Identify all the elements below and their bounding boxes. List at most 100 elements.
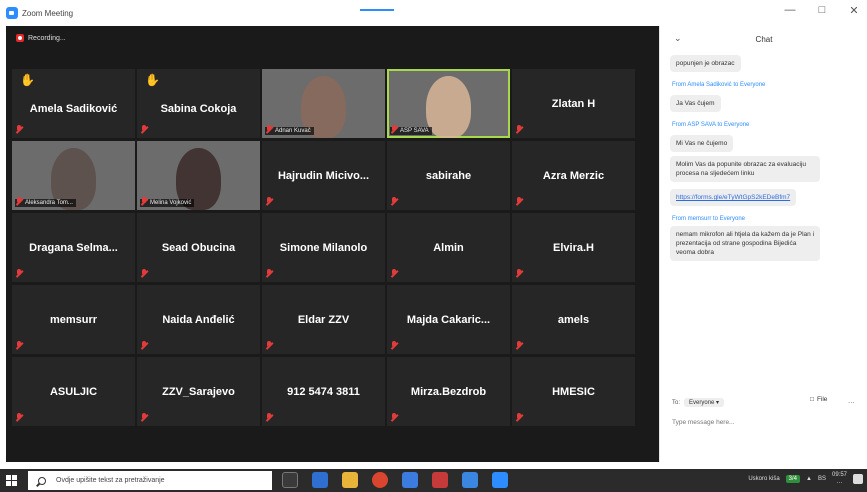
window-bottom-edge bbox=[0, 462, 867, 469]
language-label[interactable]: BS bbox=[818, 476, 826, 482]
notification-icon[interactable] bbox=[853, 474, 863, 484]
chat-message-row: Ja Vas čujem bbox=[670, 92, 866, 116]
chat-panel: ⌄ Chat popunjen je obrazac From Amela Sad… bbox=[659, 26, 867, 462]
participant-tile[interactable]: Mirza.Bezdrob bbox=[387, 357, 510, 426]
participant-tile[interactable]: Eldar ZZV bbox=[262, 285, 385, 354]
participant-name: Mirza.Bezdrob bbox=[410, 385, 487, 398]
participant-tile[interactable]: ✋ Sabina Cokoja bbox=[137, 69, 260, 138]
chat-sender-line: From ASP SAVA to Everyone bbox=[672, 122, 750, 128]
participant-video bbox=[426, 75, 471, 138]
participant-name-label: Melina Vojković bbox=[140, 199, 195, 207]
chat-header: ⌄ Chat bbox=[660, 32, 867, 48]
muted-mic-icon bbox=[15, 125, 23, 134]
participant-tile[interactable]: Almin bbox=[387, 213, 510, 282]
participant-tile[interactable]: amels bbox=[512, 285, 635, 354]
clock[interactable]: 09:57 … bbox=[832, 472, 847, 486]
clock-time: 09:57 bbox=[831, 472, 847, 478]
tray-badge[interactable]: 3/4 bbox=[785, 475, 801, 483]
muted-mic-icon bbox=[265, 269, 273, 278]
search-icon bbox=[38, 476, 46, 485]
participant-tile[interactable]: Zlatan H bbox=[512, 69, 635, 138]
to-label: To: bbox=[672, 399, 681, 406]
participant-name: Simone Milanolo bbox=[279, 241, 368, 254]
participant-tile[interactable]: Sead Obucina bbox=[137, 213, 260, 282]
participant-tile[interactable]: Elvira.H bbox=[512, 213, 635, 282]
weather-text[interactable]: Uskoro kiša bbox=[748, 476, 779, 482]
clock-date: … bbox=[836, 479, 843, 485]
muted-mic-icon bbox=[515, 197, 523, 206]
participant-name: Zlatan H bbox=[551, 97, 596, 110]
participant-tile[interactable]: HMESIC bbox=[512, 357, 635, 426]
participant-tile[interactable]: Melina Vojković bbox=[137, 141, 260, 210]
edge-icon[interactable] bbox=[312, 472, 328, 488]
participant-tile[interactable]: Simone Milanolo bbox=[262, 213, 385, 282]
more-options-button[interactable]: ... bbox=[848, 396, 855, 405]
muted-mic-icon bbox=[15, 269, 23, 278]
chat-message-input[interactable] bbox=[672, 416, 852, 428]
muted-mic-icon bbox=[265, 125, 273, 134]
raised-hand-icon: ✋ bbox=[20, 73, 35, 87]
participant-tile[interactable]: ASULJIC bbox=[12, 357, 135, 426]
file-explorer-icon[interactable] bbox=[342, 472, 358, 488]
chrome-icon[interactable] bbox=[372, 472, 388, 488]
participant-tile[interactable]: ASP SAVA bbox=[387, 69, 510, 138]
participant-name: Dragana Selma... bbox=[29, 241, 118, 254]
participant-tile[interactable]: Aleksandra Tom... bbox=[12, 141, 135, 210]
chat-message-row: https://forms.gle/eTyWtGpS2kEDeBfm7 bbox=[670, 186, 866, 210]
muted-mic-icon bbox=[140, 197, 148, 206]
network-icon[interactable]: ▲ bbox=[806, 476, 812, 482]
muted-mic-icon bbox=[515, 125, 523, 134]
title-bar-indicator bbox=[360, 9, 394, 11]
recipient-select[interactable]: Everyone ▾ bbox=[684, 398, 725, 407]
participant-name: sabirahe bbox=[425, 169, 472, 182]
participant-tile[interactable]: memsurr bbox=[12, 285, 135, 354]
participant-tile[interactable]: Hajrudin Micivo... bbox=[262, 141, 385, 210]
participant-tile[interactable]: Azra Merzic bbox=[512, 141, 635, 210]
muted-mic-icon bbox=[140, 125, 148, 134]
participant-tile[interactable]: Naida Anđelić bbox=[137, 285, 260, 354]
participant-name: Hajrudin Micivo... bbox=[277, 169, 370, 182]
muted-mic-icon bbox=[265, 413, 273, 422]
task-view-icon[interactable] bbox=[282, 472, 298, 488]
chat-link[interactable]: https://forms.gle/eTyWtGpS2kEDeBfm7 bbox=[670, 189, 797, 206]
participant-name: Sabina Cokoja bbox=[160, 103, 237, 115]
participant-name: Almin bbox=[433, 241, 464, 254]
muted-mic-icon bbox=[390, 413, 398, 422]
chat-messages[interactable]: popunjen je obrazac From Amela Sadiković … bbox=[670, 52, 866, 265]
participant-name: 912 5474 3811 bbox=[287, 385, 360, 398]
outlook-icon[interactable] bbox=[462, 472, 478, 488]
raised-hand-icon: ✋ bbox=[145, 73, 160, 87]
file-button[interactable]: □ File bbox=[810, 396, 827, 403]
participant-tile[interactable]: Dragana Selma... bbox=[12, 213, 135, 282]
title-bar: Zoom Meeting — □ ✕ bbox=[0, 0, 867, 26]
chat-title: Chat bbox=[755, 35, 773, 44]
muted-mic-icon bbox=[15, 197, 23, 206]
muted-mic-icon bbox=[390, 197, 398, 206]
participant-tile[interactable]: ✋ Amela Sadiković bbox=[12, 69, 135, 138]
windows-start-icon[interactable] bbox=[6, 475, 17, 486]
minimize-icon[interactable]: — bbox=[783, 4, 797, 17]
file-icon: □ bbox=[810, 396, 814, 403]
muted-mic-icon bbox=[390, 269, 398, 278]
mail-icon[interactable] bbox=[402, 472, 418, 488]
taskbar-search[interactable]: Ovdje upišite tekst za pretraživanje bbox=[28, 471, 272, 490]
participant-name: Amela Sadiković bbox=[29, 103, 118, 115]
participant-name: ZZV_Sarajevo bbox=[162, 385, 235, 398]
participant-tile[interactable]: Adnan Kuvač bbox=[262, 69, 385, 138]
participant-tile[interactable]: ZZV_Sarajevo bbox=[137, 357, 260, 426]
chat-message-row: Mi Vas ne čujemo bbox=[670, 132, 866, 156]
participant-tile[interactable]: sabirahe bbox=[387, 141, 510, 210]
chat-sender-line: From memsurr to Everyone bbox=[672, 216, 746, 222]
muted-mic-icon bbox=[140, 413, 148, 422]
participant-tile[interactable]: Majda Cakaric... bbox=[387, 285, 510, 354]
recording-indicator[interactable]: Recording... bbox=[16, 34, 66, 42]
participant-name: Naida Anđelić bbox=[162, 313, 235, 326]
chat-message: Mi Vas ne čujemo bbox=[670, 135, 734, 152]
muted-mic-icon bbox=[15, 341, 23, 350]
maximize-icon[interactable]: □ bbox=[815, 4, 829, 17]
participant-tile[interactable]: 912 5474 3811 bbox=[262, 357, 385, 426]
zoom-taskbar-icon[interactable] bbox=[492, 472, 508, 488]
close-icon[interactable]: ✕ bbox=[847, 4, 861, 17]
app-icon[interactable] bbox=[432, 472, 448, 488]
participant-name: ASULJIC bbox=[49, 385, 98, 398]
